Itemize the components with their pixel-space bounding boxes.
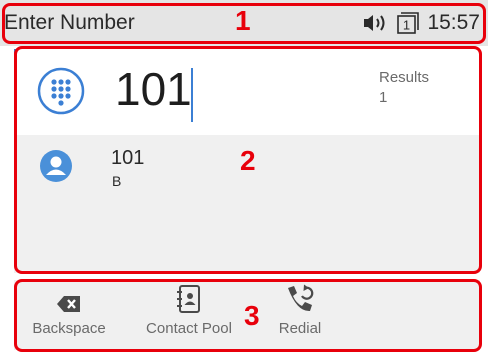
- backspace-label: Backspace: [32, 320, 106, 337]
- backspace-icon: [56, 280, 82, 314]
- contact-book-icon: [176, 280, 202, 314]
- line-1-icon: 1: [396, 11, 420, 35]
- text-cursor: [191, 68, 193, 122]
- redial-button[interactable]: Redial: [272, 280, 328, 350]
- status-indicators: 1 15:57: [363, 11, 480, 35]
- results-count: 1: [379, 89, 388, 106]
- annotation-number-1: 1: [235, 5, 251, 36]
- contact-pool-button[interactable]: Contact Pool: [134, 280, 244, 350]
- annotation-number-3: 3: [244, 300, 260, 331]
- number-entry-row[interactable]: 101 Results 1: [14, 49, 480, 135]
- line-number: 1: [403, 18, 410, 33]
- results-label: Results: [379, 69, 430, 86]
- contact-avatar-icon: [39, 149, 73, 188]
- backspace-button[interactable]: Backspace: [24, 280, 114, 350]
- contact-pool-label: Contact Pool: [146, 320, 232, 337]
- dialed-number[interactable]: 101: [115, 62, 192, 116]
- clock: 15:57: [427, 11, 480, 34]
- redial-label: Redial: [278, 320, 322, 337]
- screen-title: Enter Number: [4, 11, 135, 34]
- contact-name: B: [112, 173, 122, 189]
- dialpad-icon[interactable]: [37, 67, 85, 120]
- redial-icon: [285, 280, 315, 314]
- speaker-icon: [363, 12, 389, 34]
- annotation-number-2: 2: [240, 145, 256, 176]
- contact-number: 101: [111, 147, 145, 169]
